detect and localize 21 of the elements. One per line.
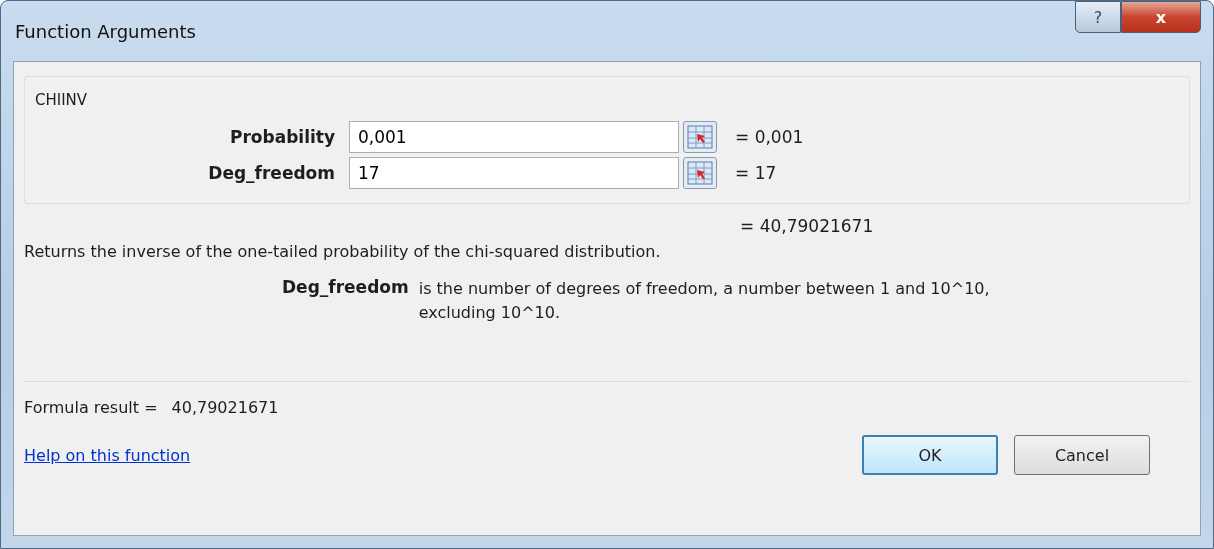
argument-result: = 0,001 — [735, 127, 804, 147]
help-link[interactable]: Help on this function — [24, 445, 191, 465]
argument-result: = 17 — [735, 163, 777, 183]
ok-button[interactable]: OK — [862, 435, 998, 475]
window-title: Function Arguments — [14, 20, 196, 42]
function-name: CHIINV — [35, 91, 89, 109]
argument-name: Deg_freedom — [282, 277, 409, 299]
help-button[interactable]: ? — [1075, 1, 1121, 33]
argument-label: Deg_freedom — [207, 163, 336, 183]
argument-label: Probability — [228, 127, 336, 147]
function-description: Returns the inverse of the one-tailed probability of the chi-squared distribution. — [24, 242, 662, 261]
range-picker-icon[interactable] — [683, 157, 717, 189]
formula-result-label: Formula result = — [24, 398, 158, 417]
range-picker-icon[interactable] — [683, 121, 717, 153]
close-button[interactable]: x — [1121, 1, 1201, 33]
argument-field[interactable]: 0,001 — [349, 121, 679, 153]
argument-field[interactable]: 17 — [349, 157, 679, 189]
formula-result-value: 40,79021671 — [171, 398, 279, 417]
function-result: = 40,79021671 — [740, 216, 875, 236]
cancel-button[interactable]: Cancel — [1014, 435, 1150, 475]
argument-description: is the number of degrees of freedom, a number between 1 and 10^10, excluding 10^10. — [418, 278, 991, 324]
